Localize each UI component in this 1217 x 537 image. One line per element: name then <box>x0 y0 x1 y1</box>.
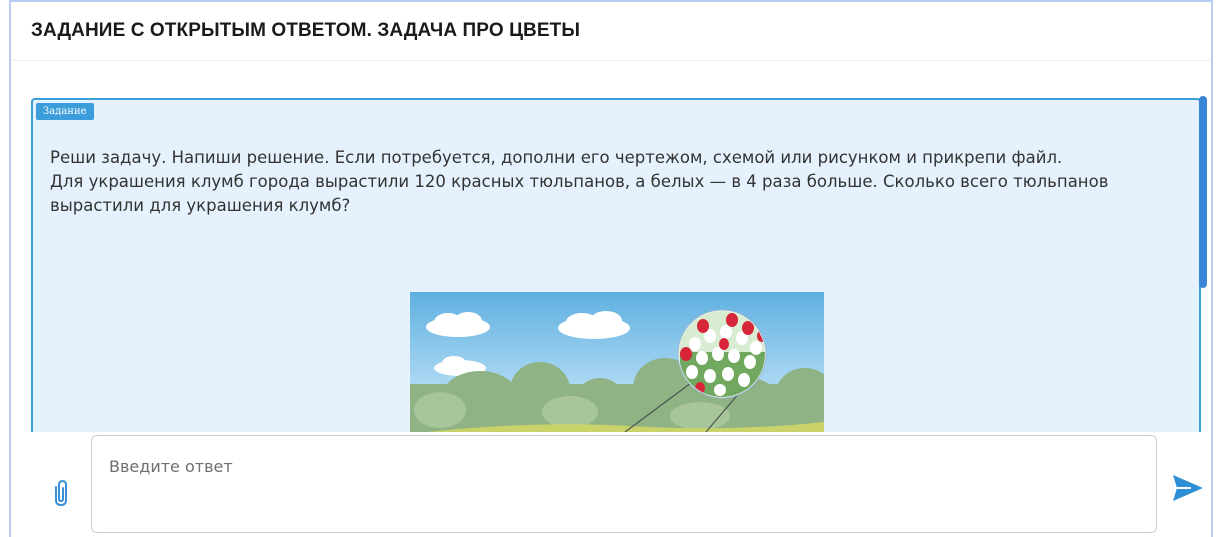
page-title: ЗАДАНИЕ С ОТКРЫТЫМ ОТВЕТОМ. ЗАДАЧА ПРО Ц… <box>31 20 581 41</box>
paperclip-icon <box>49 479 73 514</box>
answer-row: Введите ответ <box>11 432 1211 537</box>
answer-placeholder: Введите ответ <box>109 457 233 476</box>
task-window: ЗАДАНИЕ С ОТКРЫТЫМ ОТВЕТОМ. ЗАДАЧА ПРО Ц… <box>9 0 1213 537</box>
send-arrow-icon <box>1171 475 1205 508</box>
header: ЗАДАНИЕ С ОТКРЫТЫМ ОТВЕТОМ. ЗАДАЧА ПРО Ц… <box>11 2 1211 61</box>
answer-input[interactable]: Введите ответ <box>91 435 1157 533</box>
task-instruction: Реши задачу. Напиши решение. Если потреб… <box>50 148 1063 167</box>
task-card: Задание Реши задачу. Напиши решение. Есл… <box>31 98 1201 458</box>
scrollbar-thumb[interactable] <box>1199 96 1207 288</box>
send-button[interactable] <box>1171 472 1205 504</box>
attach-button[interactable] <box>49 478 73 510</box>
task-problem: Для украшения клумб города вырастили 120… <box>50 172 1109 215</box>
task-badge: Задание <box>36 103 94 120</box>
flower-bed-illustration <box>410 292 824 442</box>
task-text: Реши задачу. Напиши решение. Если потреб… <box>50 146 1140 218</box>
